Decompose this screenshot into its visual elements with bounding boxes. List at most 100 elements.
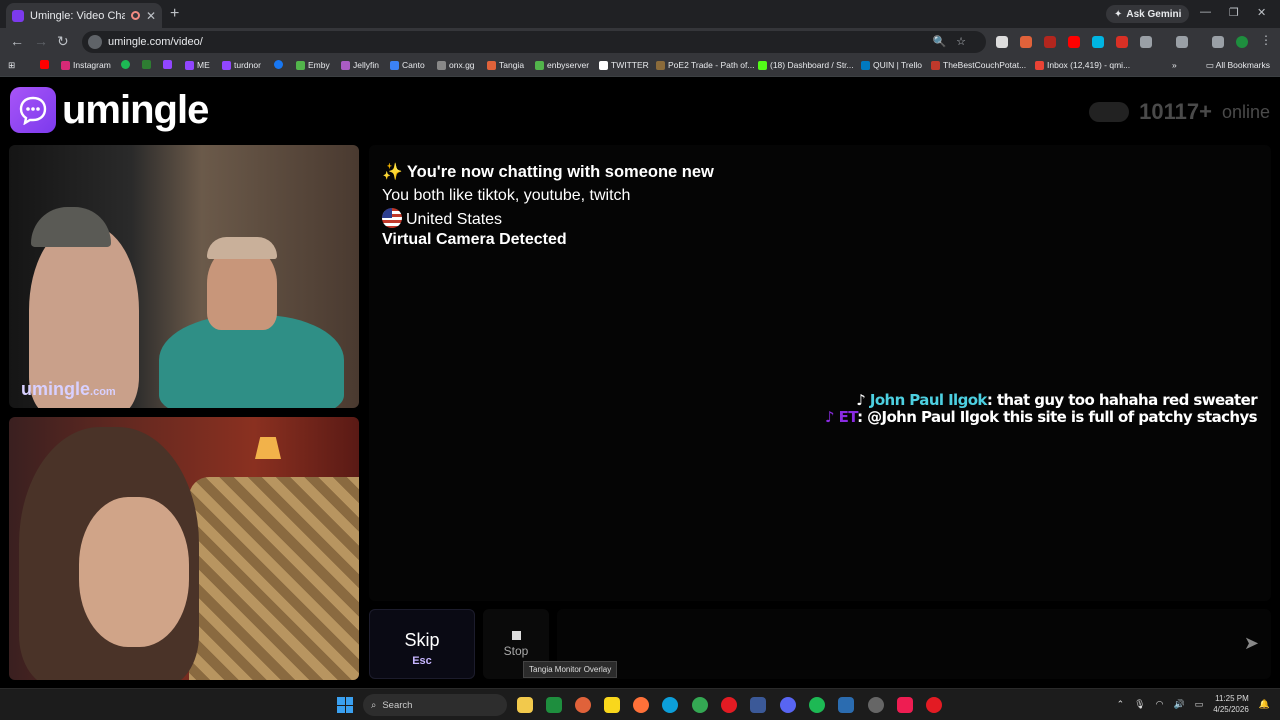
message-input[interactable] [557, 609, 1217, 679]
obs-icon[interactable] [868, 697, 884, 713]
all-bookmarks-folder[interactable]: ▭ All Bookmarks [1206, 60, 1270, 71]
online-label: online [1221, 101, 1270, 122]
umingle-logo[interactable]: umingle [10, 87, 209, 133]
bookmark-youtube[interactable] [40, 60, 49, 69]
spotify-icon[interactable] [809, 697, 825, 713]
windows-start-icon[interactable] [337, 697, 353, 713]
recorder-icon[interactable] [926, 697, 942, 713]
browser-menu-icon[interactable]: ⋮ [1260, 33, 1272, 47]
restore-window-icon[interactable]: ❐ [1229, 6, 1239, 19]
extension-fox-icon[interactable] [1020, 36, 1032, 48]
notepad-icon[interactable] [838, 697, 854, 713]
bookmark-onx[interactable]: onx.gg [437, 60, 475, 70]
extension-k-icon[interactable] [996, 36, 1008, 48]
clock-date: 4/25/2026 [1213, 705, 1249, 714]
opera-icon[interactable] [721, 697, 737, 713]
bookmark-facebook[interactable] [274, 60, 283, 69]
twitch-icon [222, 60, 231, 70]
skip-button[interactable]: Skip Esc [369, 609, 475, 679]
ask-gemini-button[interactable]: ✦ Ask Gemini [1106, 5, 1190, 23]
bookmark-green-icon [142, 60, 151, 69]
bookmark-twitter[interactable]: TWITTER [599, 60, 649, 70]
lamp-shape [255, 437, 281, 459]
gemini-sparkle-icon: ✦ [1114, 8, 1123, 20]
tangia-overlay-icon[interactable] [575, 697, 591, 713]
browser-tab-umingle[interactable]: Umingle: Video Chat with S ✕ [6, 3, 162, 28]
minimize-window-icon[interactable]: — [1200, 6, 1211, 18]
tab-title: Umingle: Video Chat with S [30, 9, 125, 22]
edge-icon[interactable] [662, 697, 678, 713]
tiktok-app-icon[interactable] [897, 697, 913, 713]
firefox-icon[interactable] [633, 697, 649, 713]
bookmark-jellyfin[interactable]: Jellyfin [341, 60, 379, 70]
bookmark-inbox[interactable]: Inbox (12,419) - qmi... [1035, 60, 1130, 70]
profile-avatar-icon[interactable] [1236, 36, 1248, 48]
battery-icon[interactable]: ▭ [1195, 699, 1204, 710]
umingle-page: umingle 10117+ online umingle.com ✨ You'… [0, 77, 1280, 688]
microphone-icon[interactable]: 🎙 [1134, 699, 1145, 710]
forward-icon[interactable]: → [34, 33, 48, 49]
bookmark-tangia[interactable]: Tangia [487, 60, 524, 70]
bookmark-dashboard[interactable]: (18) Dashboard / Str... [758, 60, 854, 70]
chevron-up-icon[interactable]: ⌃ [1117, 699, 1125, 710]
search-label: Search [382, 699, 413, 711]
play-app-icon[interactable] [546, 697, 562, 713]
canto-icon [390, 60, 399, 70]
send-icon[interactable]: ➤ [1244, 633, 1259, 654]
reload-icon[interactable]: ↻ [57, 33, 69, 50]
zoom-and-bookmark-icons[interactable]: 🔍☆ [932, 35, 976, 48]
apps-grid-icon[interactable]: ⊞ [8, 60, 15, 71]
chat-bubble-icon [10, 87, 56, 133]
site-info-icon[interactable] [88, 35, 102, 49]
close-tab-icon[interactable]: ✕ [146, 9, 156, 23]
bookmark-green[interactable] [142, 60, 151, 69]
extension-record-icon[interactable] [1044, 36, 1056, 48]
bookmark-spotify[interactable] [121, 60, 130, 69]
taskbar-search[interactable]: ⌕ Search [363, 694, 507, 716]
app-icon[interactable] [750, 697, 766, 713]
extension-7tv-icon[interactable] [1092, 36, 1104, 48]
tangia-icon [487, 60, 496, 70]
bookmark-couchpotato[interactable]: TheBestCouchPotat... [931, 60, 1026, 70]
bookmark-instagram[interactable]: Instagram [61, 60, 111, 70]
twitch-icon [163, 60, 172, 69]
chat-controls: Skip Esc Stop ➤ [369, 609, 1271, 681]
overlay-text: : @John Paul Ilgok this site is full of … [857, 408, 1258, 426]
volume-icon[interactable]: 🔊 [1173, 699, 1184, 710]
discord-icon[interactable] [780, 697, 796, 713]
bookmark-twitch[interactable] [163, 60, 172, 69]
online-toggle-icon[interactable] [1089, 102, 1130, 122]
chat-status-header: ✨ You're now chatting with someone new [382, 163, 714, 181]
file-explorer-icon[interactable] [517, 697, 533, 713]
bookmark-label: TheBestCouchPotat... [943, 60, 1027, 70]
close-window-icon[interactable]: ✕ [1257, 6, 1266, 19]
bookmark-trello[interactable]: QUIN | Trello [861, 60, 922, 70]
bookmark-label: enbyserver [547, 60, 590, 70]
watermark-suffix: .com [90, 386, 116, 398]
bookmark-poe2-trade[interactable]: PoE2 Trade - Path of... [656, 60, 754, 70]
system-tray: ⌃ 🎙 ◠ 🔊 ▭ 11:25 PM 4/25/2026 🔔 [1117, 693, 1270, 715]
address-bar[interactable]: umingle.com/video/ 🔍☆ [82, 31, 986, 53]
extension-red-icon[interactable] [1116, 36, 1128, 48]
bookmark-label: turdnor [234, 60, 261, 70]
back-icon[interactable]: ← [10, 33, 24, 49]
facebook-icon [274, 60, 283, 69]
reading-list-icon[interactable] [1212, 36, 1224, 48]
sticky-notes-icon[interactable] [604, 697, 620, 713]
more-bookmarks-icon[interactable]: » [1172, 60, 1177, 70]
notification-bell-icon[interactable]: 🔔 [1259, 699, 1270, 710]
bookmark-emby[interactable]: Emby [296, 60, 330, 70]
wifi-icon[interactable]: ◠ [1156, 699, 1164, 710]
self-face-figure [79, 497, 189, 647]
bookmark-turdnor[interactable]: turdnor [222, 60, 261, 70]
extensions-puzzle-icon[interactable] [1140, 36, 1152, 48]
chrome-icon[interactable] [692, 697, 708, 713]
bookmark-enbyserver[interactable]: enbyserver [535, 60, 589, 70]
online-counter: 10117+ online [1089, 99, 1270, 125]
tab-search-icon[interactable] [1176, 36, 1188, 48]
bookmark-canto[interactable]: Canto [390, 60, 425, 70]
new-tab-button[interactable]: + [170, 5, 179, 23]
taskbar-clock[interactable]: 11:25 PM 4/25/2026 [1213, 693, 1249, 715]
bookmark-me[interactable]: ME [185, 60, 210, 70]
extension-youtube-icon[interactable] [1068, 36, 1080, 48]
